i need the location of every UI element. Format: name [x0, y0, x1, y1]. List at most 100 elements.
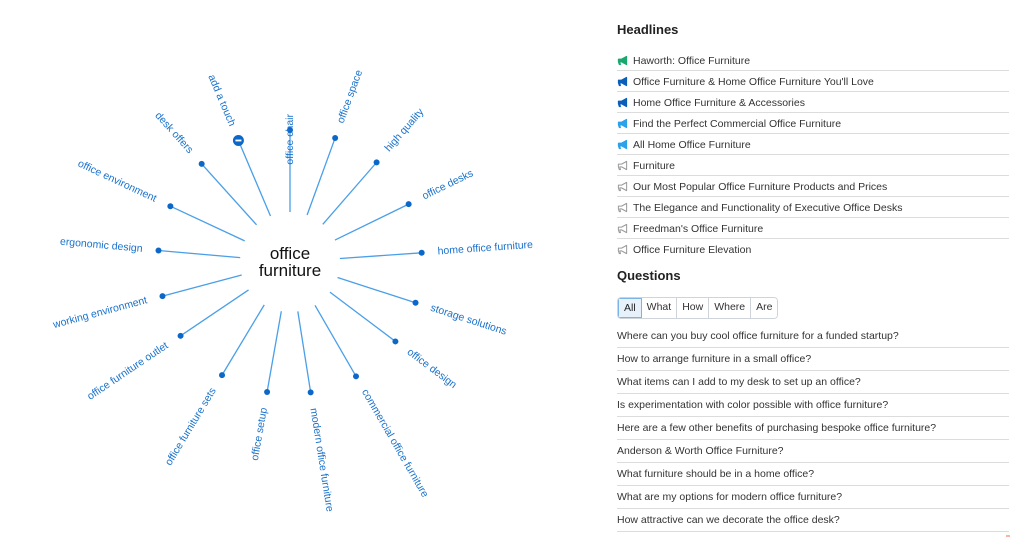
question-item[interactable]: Is experimentation with color possible w…: [617, 394, 1009, 417]
node-dot[interactable]: [198, 160, 205, 167]
keyword-node-label[interactable]: ergonomic design: [59, 236, 143, 255]
headline-text: Furniture: [633, 159, 676, 172]
headlines-list: Haworth: Office Furniture Office Furnitur…: [617, 51, 1009, 259]
headline-text: Find the Perfect Commercial Office Furni…: [633, 117, 842, 130]
keyword-node-label[interactable]: high quality: [382, 106, 426, 155]
question-item[interactable]: What items can I add to my desk to set u…: [617, 371, 1009, 394]
question-item[interactable]: How attractive can we decorate the offic…: [617, 509, 1009, 532]
node-dot[interactable]: [392, 338, 399, 345]
headline-item[interactable]: The Elegance and Functionality of Execut…: [617, 198, 1009, 218]
node-dot[interactable]: [373, 159, 380, 166]
filter-tab-all[interactable]: All: [618, 298, 642, 318]
keyword-node-label[interactable]: add a touch: [205, 73, 238, 128]
question-item[interactable]: Where can you buy cool office furniture …: [617, 325, 1009, 348]
node-dot[interactable]: [405, 201, 412, 208]
question-item[interactable]: What furniture should be in a home offic…: [617, 463, 1009, 486]
spoke-line: [221, 304, 265, 376]
megaphone-outline-icon: [617, 181, 629, 193]
spoke-line: [237, 140, 272, 217]
headline-item[interactable]: Home Office Furniture & Accessories: [617, 93, 1009, 113]
headline-text: Office Furniture Elevation: [633, 243, 752, 256]
keyword-node-label[interactable]: modern office furniture: [307, 407, 335, 513]
node-dot[interactable]: [167, 203, 174, 210]
headline-item[interactable]: Furniture: [617, 156, 1009, 176]
headline-item[interactable]: Haworth: Office Furniture: [617, 51, 1009, 71]
spoke-line: [158, 249, 241, 259]
node-dot[interactable]: [159, 293, 166, 300]
spoke-line: [180, 289, 249, 337]
headlines-panel: Headlines Haworth: Office Furniture Offic…: [617, 22, 1009, 260]
node-dot[interactable]: [264, 388, 271, 395]
corner-indicator: [1006, 535, 1010, 537]
node-dot[interactable]: [418, 249, 425, 256]
spoke-line: [306, 137, 336, 216]
keyword-node-label[interactable]: office environment: [76, 158, 159, 205]
headline-text: Home Office Furniture & Accessories: [633, 96, 805, 109]
filter-tab-what[interactable]: What: [641, 298, 678, 318]
center-keyword-line-2: furniture: [259, 261, 321, 280]
megaphone-outline-icon: [617, 160, 629, 172]
headlines-title: Headlines: [617, 22, 679, 37]
keyword-node-label[interactable]: office space: [335, 68, 365, 125]
keyword-node-label[interactable]: office furniture sets: [163, 386, 219, 468]
question-item[interactable]: What are my options for modern office fu…: [617, 486, 1009, 509]
node-dot[interactable]: [155, 247, 162, 254]
headline-item[interactable]: Freedman's Office Furniture: [617, 219, 1009, 239]
spoke-line: [266, 311, 282, 393]
filter-tab-how[interactable]: How: [677, 298, 710, 318]
keyword-node-label[interactable]: home office furniture: [437, 239, 533, 258]
headline-text: Haworth: Office Furniture: [633, 54, 751, 67]
headline-text: Our Most Popular Office Furniture Produc…: [633, 180, 888, 193]
keyword-node-label[interactable]: desk offers: [152, 110, 195, 156]
filter-tab-where[interactable]: Where: [709, 298, 752, 318]
node-dot[interactable]: [332, 134, 339, 141]
question-item[interactable]: Anderson & Worth Office Furniture?: [617, 440, 1009, 463]
keyword-node-label[interactable]: office furniture outlet: [85, 340, 170, 403]
questions-panel: Questions All What How Where Are Where can y…: [617, 268, 1009, 532]
question-filter-group: All What How Where Are: [617, 297, 779, 319]
spoke-line: [339, 252, 422, 260]
node-dot[interactable]: [177, 332, 184, 339]
keyword-wheel: office chair office space high quality offi…: [51, 68, 534, 513]
keyword-node-label[interactable]: office design: [405, 346, 459, 391]
headline-text: All Home Office Furniture: [633, 138, 751, 151]
megaphone-icon: [617, 97, 629, 109]
headline-item[interactable]: Our Most Popular Office Furniture Produc…: [617, 177, 1009, 197]
node-dot[interactable]: [353, 373, 359, 380]
spoke-line: [334, 203, 409, 241]
spoke-line: [170, 205, 245, 242]
headline-item[interactable]: Find the Perfect Commercial Office Furni…: [617, 114, 1009, 134]
headline-text: Office Furniture & Home Office Furniture…: [633, 75, 874, 88]
question-item[interactable]: How to arrange furniture in a small offi…: [617, 348, 1009, 371]
megaphone-icon: [617, 76, 629, 88]
keyword-node-label[interactable]: storage solutions: [429, 302, 508, 338]
collapse-node-icon[interactable]: [232, 134, 244, 146]
spoke-line: [329, 291, 396, 342]
headline-item[interactable]: Office Furniture Elevation: [617, 240, 1009, 259]
megaphone-icon: [617, 55, 629, 67]
headline-text: Freedman's Office Furniture: [633, 222, 764, 235]
spoke-line: [322, 161, 378, 225]
megaphone-outline-icon: [617, 244, 629, 256]
headline-item[interactable]: Office Furniture & Home Office Furniture…: [617, 72, 1009, 92]
questions-list: Where can you buy cool office furniture …: [617, 325, 1009, 532]
spoke-line: [314, 304, 357, 377]
node-dot[interactable]: [412, 299, 419, 306]
megaphone-outline-icon: [617, 223, 629, 235]
keyword-node-label[interactable]: office setup: [249, 407, 270, 462]
keyword-node-label[interactable]: office desks: [420, 167, 475, 202]
filter-tab-are[interactable]: Are: [751, 298, 778, 318]
spoke-line: [162, 274, 242, 297]
keyword-node-label[interactable]: office chair: [284, 114, 296, 165]
node-dot[interactable]: [307, 389, 314, 396]
keyword-node-label[interactable]: working environment: [51, 294, 149, 331]
keyword-node-label[interactable]: commercial office furniture: [359, 387, 431, 500]
question-item[interactable]: Here are a few other benefits of purchas…: [617, 417, 1009, 440]
headline-item[interactable]: All Home Office Furniture: [617, 135, 1009, 155]
questions-title: Questions: [617, 268, 681, 283]
node-dot[interactable]: [219, 372, 226, 379]
spoke-line: [297, 311, 312, 393]
megaphone-outline-icon: [617, 202, 629, 214]
headline-text: The Elegance and Functionality of Execut…: [633, 201, 903, 214]
megaphone-icon: [617, 118, 629, 130]
